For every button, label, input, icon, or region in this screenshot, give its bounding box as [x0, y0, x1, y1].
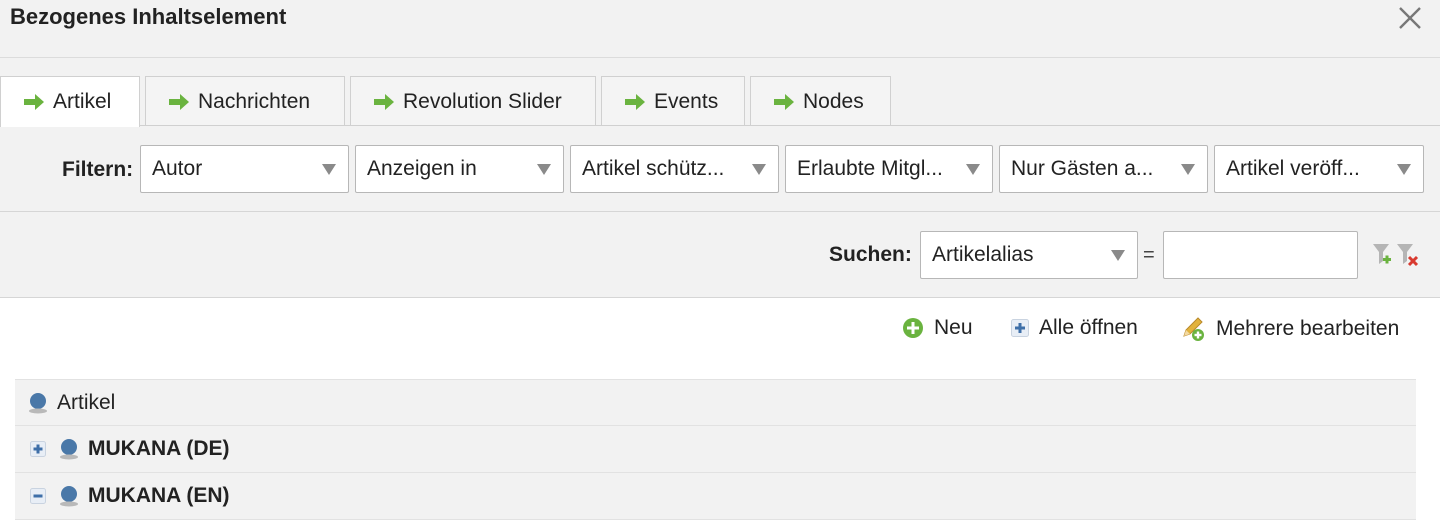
caret-down-icon	[966, 164, 980, 175]
tab-label: Nodes	[803, 89, 864, 113]
expand-icon[interactable]	[30, 441, 46, 457]
node-icon	[29, 392, 47, 413]
caret-down-icon	[1397, 164, 1411, 175]
tab-label: Events	[654, 89, 719, 113]
filter-bar: Filtern: Autor Anzeigen in Artikel schüt…	[0, 126, 1440, 212]
new-button[interactable]: Neu	[902, 316, 973, 340]
tree-node[interactable]: MUKANA (DE)	[15, 426, 1416, 473]
expand-icon	[1011, 319, 1029, 337]
select-value: Artikelalias	[932, 243, 1034, 266]
arrow-right-icon	[169, 93, 189, 110]
select-value: Artikel schütz...	[582, 157, 725, 180]
arrow-right-icon	[774, 93, 794, 110]
filter-select-autor[interactable]: Autor	[140, 145, 349, 193]
tab-label: Nachrichten	[198, 89, 311, 113]
tab-bar: Artikel Nachrichten Revolution Slider Ev…	[0, 58, 1440, 127]
node-icon	[60, 486, 78, 507]
content-area: Neu Alle öffnen Mehrere bearbeiten Artik…	[0, 298, 1440, 527]
dialog-title: Bezogenes Inhaltselement	[10, 4, 287, 29]
dialog-titlebar: Bezogenes Inhaltselement	[0, 0, 1440, 58]
tab-label: Artikel	[53, 90, 112, 113]
tree-node-label: MUKANA (DE)	[88, 437, 230, 460]
caret-down-icon	[1181, 164, 1195, 175]
filter-select-artikel-veroeffentlicht[interactable]: Artikel veröff...	[1214, 145, 1424, 193]
tab-label: Revolution Slider	[403, 89, 562, 113]
tab-nachrichten[interactable]: Nachrichten	[145, 76, 345, 126]
collapse-icon[interactable]	[30, 488, 46, 504]
select-value: Artikel veröff...	[1226, 157, 1360, 180]
caret-down-icon	[752, 164, 766, 175]
multi-edit-label: Mehrere bearbeiten	[1216, 317, 1400, 340]
filter-select-anzeigen-in[interactable]: Anzeigen in	[355, 145, 564, 193]
arrow-right-icon	[24, 94, 44, 110]
select-value: Nur Gästen a...	[1011, 157, 1154, 180]
tree-node-label: MUKANA (EN)	[88, 484, 230, 507]
caret-down-icon	[537, 164, 551, 175]
search-operator: =	[1143, 244, 1155, 266]
node-icon	[60, 439, 78, 460]
arrow-right-icon	[374, 93, 394, 110]
filter-select-artikel-schuetzen[interactable]: Artikel schütz...	[570, 145, 779, 193]
select-value: Anzeigen in	[367, 157, 477, 180]
expand-all-label: Alle öffnen	[1039, 316, 1138, 339]
search-label: Suchen:	[829, 243, 912, 266]
filter-select-erlaubte-mitglieder[interactable]: Erlaubte Mitgl...	[785, 145, 993, 193]
filter-clear-icon[interactable]	[1396, 242, 1420, 268]
filter-label: Filtern:	[62, 158, 134, 181]
tree-node[interactable]: MUKANA (EN)	[15, 473, 1416, 520]
select-value: Autor	[152, 157, 203, 180]
pencil-plus-icon	[1183, 317, 1204, 341]
tab-nodes[interactable]: Nodes	[750, 76, 891, 126]
search-bar: Suchen: Artikelalias =	[0, 212, 1440, 298]
caret-down-icon	[322, 164, 336, 175]
tab-artikel[interactable]: Artikel	[0, 76, 140, 127]
filter-add-icon[interactable]	[1372, 242, 1392, 268]
select-value: Erlaubte Mitgl...	[797, 157, 943, 180]
arrow-right-icon	[625, 93, 645, 110]
tab-revolution-slider[interactable]: Revolution Slider	[350, 76, 596, 126]
search-input[interactable]	[1163, 231, 1358, 279]
plus-circle-icon	[903, 318, 923, 338]
new-button-label: Neu	[934, 316, 973, 339]
tree-root-label: Artikel	[57, 390, 116, 414]
multi-edit-button[interactable]: Mehrere bearbeiten	[1180, 316, 1399, 342]
caret-down-icon	[1111, 250, 1125, 261]
search-field-select[interactable]: Artikelalias	[920, 231, 1138, 279]
tree-root[interactable]: Artikel	[15, 379, 1416, 426]
filter-select-nur-gaesten[interactable]: Nur Gästen a...	[999, 145, 1208, 193]
article-tree: Artikel MUKANA (DE) MUKANA (EN)	[15, 379, 1416, 520]
close-icon[interactable]	[1394, 2, 1426, 34]
expand-all-button[interactable]: Alle öffnen	[1011, 316, 1138, 340]
tab-events[interactable]: Events	[601, 76, 745, 126]
